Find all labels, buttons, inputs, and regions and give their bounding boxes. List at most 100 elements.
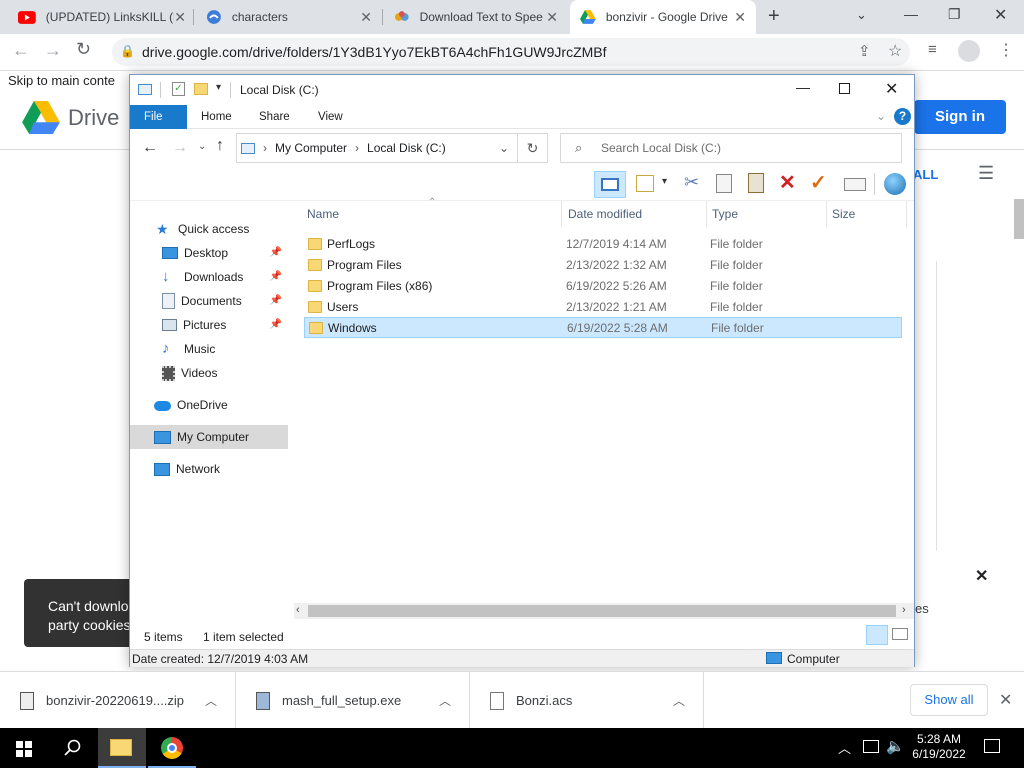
browser-tab-characters[interactable]: characters ✕: [196, 0, 382, 34]
address-bar[interactable]: 🔒 drive.google.com/drive/folders/1Y3dB1Y…: [112, 38, 910, 66]
breadcrumb-my-computer[interactable]: My Computer: [275, 141, 347, 155]
volume-speaker-icon[interactable]: 🔈: [886, 737, 905, 755]
pin-icon[interactable]: 📌: [270, 319, 282, 330]
table-row[interactable]: Program Files 2/13/2022 1:32 AM File fol…: [304, 254, 902, 275]
ribbon-tab-file[interactable]: File: [130, 105, 187, 129]
nav-pictures[interactable]: Pictures 📌: [130, 313, 288, 337]
delete-x-icon[interactable]: ✕: [779, 170, 796, 195]
new-tab-button[interactable]: +: [768, 5, 780, 28]
taskbar-chrome[interactable]: [148, 728, 196, 768]
windows-start-icon[interactable]: [16, 741, 32, 757]
tray-overflow-chevron-icon[interactable]: ︿: [838, 738, 851, 757]
drive-scrollbar[interactable]: [1014, 199, 1024, 239]
close-downloads-icon[interactable]: ✕: [999, 690, 1012, 710]
nav-desktop[interactable]: Desktop 📌: [130, 241, 288, 265]
network-status-icon[interactable]: [863, 740, 879, 753]
browser-tab-tts[interactable]: Download Text to Spee ✕: [384, 0, 568, 34]
nav-music[interactable]: ♪ Music: [130, 337, 288, 361]
confirm-check-icon[interactable]: ✓: [810, 170, 827, 195]
ribbon-tab-home[interactable]: Home: [187, 105, 246, 129]
scroll-left-icon[interactable]: ‹: [296, 604, 300, 616]
refresh-icon[interactable]: ↻: [517, 134, 547, 162]
horizontal-scrollbar[interactable]: ‹ ›: [294, 603, 914, 619]
browser-tab-youtube[interactable]: (UPDATED) LinksKILL (l ✕: [8, 0, 196, 34]
paste-clipboard-icon[interactable]: [748, 173, 764, 193]
search-box[interactable]: ⌕ Search Local Disk (C:): [560, 133, 902, 163]
pin-icon[interactable]: 📌: [270, 271, 282, 282]
nav-my-computer[interactable]: My Computer: [130, 425, 288, 449]
ribbon-tab-share[interactable]: Share: [245, 105, 304, 129]
column-header-type[interactable]: Type: [707, 201, 827, 227]
large-icons-view-icon[interactable]: [892, 628, 908, 640]
tab-close-icon[interactable]: ✕: [174, 9, 186, 26]
notifications-icon[interactable]: [984, 739, 1000, 753]
scroll-thumb[interactable]: [308, 605, 896, 617]
tab-close-icon[interactable]: ✕: [734, 9, 746, 26]
column-header-date[interactable]: Date modified: [563, 201, 707, 227]
download-options-chevron-icon[interactable]: ︿: [205, 692, 217, 709]
download-item-acs[interactable]: Bonzi.acs ︿: [470, 672, 704, 729]
nav-documents[interactable]: Documents 📌: [130, 289, 288, 313]
details-view-icon[interactable]: [866, 625, 888, 645]
tab-search-chevron-icon[interactable]: ⌄: [856, 7, 867, 23]
download-options-chevron-icon[interactable]: ︿: [439, 692, 451, 709]
nav-forward-icon[interactable]: →: [172, 139, 188, 157]
explorer-minimize-icon[interactable]: —: [796, 79, 810, 95]
back-arrow-icon[interactable]: ←: [12, 40, 30, 61]
qat-dropdown-icon[interactable]: ▾: [216, 82, 221, 93]
toolbar-dropdown-icon[interactable]: ▾: [662, 176, 667, 187]
tab-close-icon[interactable]: ✕: [546, 9, 558, 26]
forward-arrow-icon[interactable]: →: [44, 40, 62, 61]
table-row-selected[interactable]: Windows 6/19/2022 5:28 AM File folder: [304, 317, 902, 338]
table-row[interactable]: Program Files (x86) 6/19/2022 5:26 AM Fi…: [304, 275, 902, 296]
table-row[interactable]: Users 2/13/2022 1:21 AM File folder: [304, 296, 902, 317]
address-dropdown-icon[interactable]: ⌄: [499, 141, 509, 155]
nav-quick-access[interactable]: ★ Quick access: [130, 217, 288, 241]
nav-onedrive[interactable]: OneDrive: [130, 393, 288, 417]
table-row[interactable]: PerfLogs 12/7/2019 4:14 AM File folder: [304, 233, 902, 254]
copy-icon[interactable]: [716, 174, 732, 193]
taskbar-file-explorer[interactable]: [98, 728, 146, 768]
media-queue-icon[interactable]: ≡: [928, 41, 937, 58]
drive-all-link[interactable]: ALL: [913, 167, 938, 182]
browser-tab-drive[interactable]: bonzivir - Google Drive ✕: [570, 0, 756, 34]
reload-icon[interactable]: ↻: [76, 39, 91, 60]
download-options-chevron-icon[interactable]: ︿: [673, 692, 685, 709]
restore-icon[interactable]: ❐: [948, 6, 961, 23]
minimize-icon[interactable]: —: [904, 6, 918, 22]
cut-scissors-icon[interactable]: ✂: [684, 172, 699, 193]
ribbon-expand-chevron-icon[interactable]: ⌄: [876, 109, 886, 123]
properties-check-icon[interactable]: ✓: [172, 82, 185, 96]
nav-back-icon[interactable]: ←: [142, 139, 158, 157]
share-icon[interactable]: ⇪: [858, 42, 871, 60]
explorer-maximize-icon[interactable]: [839, 83, 850, 94]
nav-network[interactable]: Network: [130, 457, 288, 481]
ribbon-tab-view[interactable]: View: [304, 105, 357, 129]
profile-avatar-icon[interactable]: [958, 40, 980, 62]
rename-field-icon[interactable]: [844, 178, 866, 191]
pin-icon[interactable]: 📌: [270, 247, 282, 258]
tab-close-icon[interactable]: ✕: [360, 9, 372, 26]
bookmark-star-icon[interactable]: ☆: [888, 41, 902, 61]
skip-to-main-link[interactable]: Skip to main conte: [8, 73, 115, 88]
download-item-exe[interactable]: mash_full_setup.exe ︿: [236, 672, 470, 729]
globe-network-icon[interactable]: [884, 173, 906, 195]
close-window-icon[interactable]: ✕: [994, 5, 1007, 25]
recent-locations-icon[interactable]: ⌄: [198, 141, 206, 152]
taskbar-search-icon[interactable]: [64, 739, 82, 757]
breadcrumb-local-disk[interactable]: Local Disk (C:): [367, 141, 446, 155]
column-header-name[interactable]: Name: [302, 201, 562, 227]
taskbar-clock[interactable]: 5:28 AM 6/19/2022: [908, 732, 970, 762]
sign-in-button[interactable]: Sign in: [914, 100, 1006, 134]
list-view-icon[interactable]: ☰: [978, 163, 994, 184]
column-header-size[interactable]: Size: [827, 201, 907, 227]
nav-videos[interactable]: Videos: [130, 361, 288, 385]
scroll-right-icon[interactable]: ›: [902, 604, 906, 616]
address-breadcrumb[interactable]: › My Computer › Local Disk (C:) ⌄ ↻: [236, 133, 548, 163]
chrome-menu-icon[interactable]: ⋮: [998, 40, 1014, 60]
up-arrow-icon[interactable]: ↑: [216, 137, 224, 155]
help-icon[interactable]: ?: [894, 108, 911, 125]
new-folder-icon[interactable]: [194, 83, 208, 95]
download-item-zip[interactable]: bonzivir-20220619....zip ︿: [0, 672, 236, 729]
preview-pane-button[interactable]: [594, 171, 626, 198]
